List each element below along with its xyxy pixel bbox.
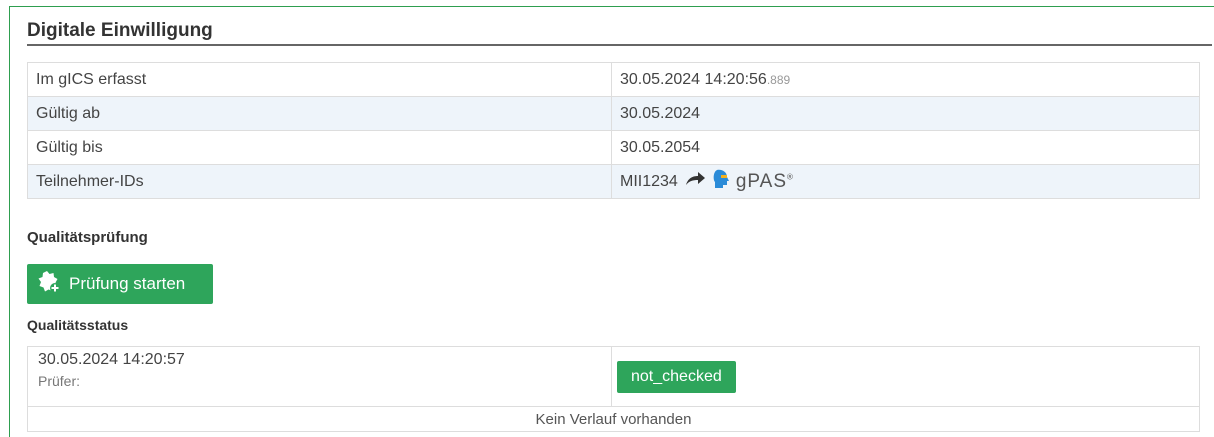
table-row: Gültig bis 30.05.2054 <box>27 130 1200 165</box>
arrow-right-icon <box>684 171 706 192</box>
status-timestamp: 30.05.2024 14:20:57 <box>38 351 185 368</box>
row-label: Teilnehmer-IDs <box>27 164 612 199</box>
consent-info-table: Im gICS erfasst 30.05.2024 14:20:56.889 … <box>27 62 1200 199</box>
status-badge: not_checked <box>617 360 736 393</box>
captured-milliseconds: .889 <box>766 72 791 87</box>
row-label: Gültig bis <box>27 130 612 165</box>
table-row: 30.05.2024 14:20:57 Prüfer: not_checked <box>27 346 1200 407</box>
quality-status-table: 30.05.2024 14:20:57 Prüfer: not_checked … <box>27 346 1200 432</box>
row-value: 30.05.2054 <box>611 130 1200 165</box>
badge-plus-icon <box>37 270 61 299</box>
row-label: Gültig ab <box>27 96 612 131</box>
table-row: Im gICS erfasst 30.05.2024 14:20:56.889 <box>27 62 1200 97</box>
row-value: 30.05.2024 14:20:56.889 <box>611 62 1200 97</box>
start-check-button[interactable]: Prüfung starten <box>27 264 213 304</box>
start-check-label: Prüfung starten <box>69 274 186 293</box>
section-title: Digitale Einwilligung <box>27 19 1212 46</box>
participant-ids[interactable]: MII1234 gPAS® <box>620 169 1191 194</box>
table-row: Gültig ab 30.05.2024 <box>27 96 1200 131</box>
captured-timestamp: 30.05.2024 14:20:56 <box>620 70 767 88</box>
quality-status-heading: Qualitätsstatus <box>27 317 129 333</box>
participant-id: MII1234 <box>620 172 678 190</box>
row-value: MII1234 gPAS® <box>611 164 1200 199</box>
status-entry: 30.05.2024 14:20:57 Prüfer: <box>27 346 612 407</box>
history-empty-message: Kein Verlauf vorhanden <box>27 406 1200 432</box>
gpas-logo-text: gPAS® <box>735 170 794 192</box>
gpas-logo-icon <box>712 169 730 194</box>
table-row: Kein Verlauf vorhanden <box>27 406 1200 432</box>
row-value: 30.05.2024 <box>611 96 1200 131</box>
quality-check-heading: Qualitätsprüfung <box>27 229 148 246</box>
status-badge-cell: not_checked <box>611 346 1200 407</box>
table-row: Teilnehmer-IDs MII1234 gPAS® <box>27 164 1200 199</box>
pruefer-label: Prüfer: <box>38 373 81 389</box>
row-label: Im gICS erfasst <box>27 62 612 97</box>
